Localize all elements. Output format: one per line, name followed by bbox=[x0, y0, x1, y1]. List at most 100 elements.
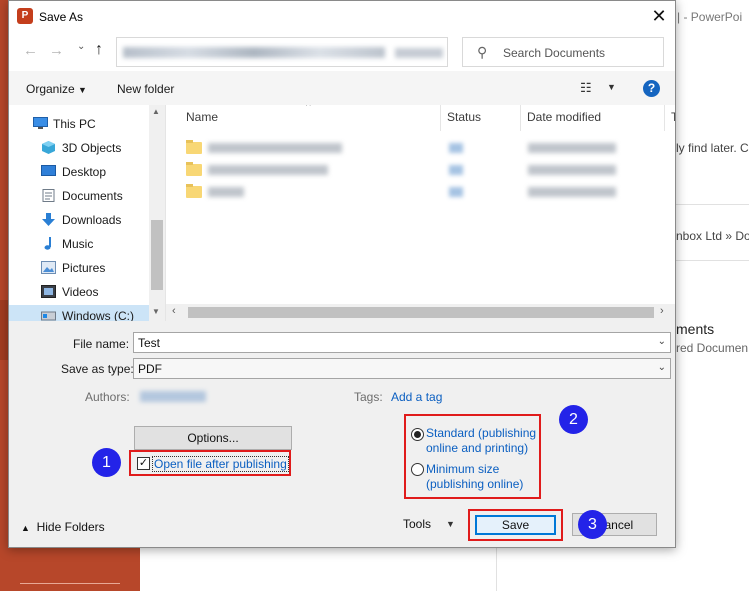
backstage-path-text: nbox Ltd » Do bbox=[676, 229, 749, 243]
sidebar-item-desktop[interactable]: Desktop bbox=[9, 161, 149, 183]
close-button[interactable]: ✕ bbox=[643, 1, 675, 33]
file-name-redacted bbox=[208, 143, 342, 153]
date-redacted bbox=[528, 165, 616, 175]
powerpoint-title: | - PowerPoi bbox=[677, 10, 743, 24]
column-separator[interactable] bbox=[520, 105, 521, 131]
backstage-separator bbox=[676, 260, 749, 261]
search-box[interactable]: ⚲ Search Documents bbox=[462, 37, 664, 67]
dialog-title: Save As bbox=[39, 10, 84, 24]
list-item[interactable] bbox=[166, 137, 675, 159]
address-controls-redacted bbox=[395, 48, 443, 58]
column-separator[interactable] bbox=[664, 105, 665, 131]
add-tag-link[interactable]: Add a tag bbox=[391, 390, 442, 404]
navigation-bar: ← → ⌄ ↑ ⚲ Search Documents bbox=[9, 33, 675, 71]
sidebar-item-this-pc[interactable]: This PC bbox=[9, 113, 149, 135]
file-list: ^ Name Status Date modified T ‹ bbox=[165, 105, 675, 321]
scrollbar-thumb[interactable] bbox=[151, 220, 163, 290]
backstage-text: ly find later. C bbox=[676, 141, 749, 155]
sidebar-item-downloads[interactable]: Downloads bbox=[9, 209, 149, 231]
sync-status-icon bbox=[449, 165, 463, 175]
authors-label: Authors: bbox=[85, 390, 130, 404]
save-as-type-select[interactable]: PDF ⌄ bbox=[133, 358, 671, 379]
scrollbar-thumb[interactable] bbox=[188, 307, 654, 318]
back-arrow-icon[interactable]: ← bbox=[23, 42, 38, 59]
sidebar-item-music[interactable]: Music bbox=[9, 233, 149, 255]
sidebar-item-label: Desktop bbox=[62, 165, 107, 179]
open-after-publishing-label[interactable]: Open file after publishing bbox=[152, 456, 289, 472]
save-as-type-value: PDF bbox=[138, 362, 162, 376]
sync-status-icon bbox=[449, 187, 463, 197]
sidebar-item-3d-objects[interactable]: 3D Objects bbox=[9, 137, 149, 159]
new-folder-button[interactable]: New folder bbox=[117, 82, 174, 96]
column-header-name[interactable]: Name bbox=[186, 110, 218, 124]
folder-icon bbox=[186, 140, 202, 154]
minimum-size-radio-label[interactable]: Minimum size (publishing online) bbox=[426, 462, 541, 492]
sidebar-item-documents[interactable]: Documents bbox=[9, 185, 149, 207]
save-button-highlight: Save bbox=[468, 509, 563, 541]
file-name-field[interactable]: Test ⌄ bbox=[133, 332, 671, 353]
chevron-down-icon[interactable]: ⌄ bbox=[658, 336, 666, 347]
download-icon bbox=[42, 213, 55, 226]
sidebar-item-label: This PC bbox=[53, 117, 96, 131]
sort-ascending-icon: ^ bbox=[306, 105, 311, 112]
backstage-divider bbox=[20, 583, 120, 584]
sidebar-item-label: Pictures bbox=[62, 261, 106, 275]
list-item[interactable] bbox=[166, 159, 675, 181]
sidebar-scrollbar[interactable]: ▲ ▼ bbox=[149, 105, 165, 321]
options-button[interactable]: Options... bbox=[134, 426, 292, 450]
file-name-label: File name: bbox=[73, 337, 130, 351]
cube-icon bbox=[42, 141, 55, 154]
authors-value-redacted[interactable] bbox=[140, 391, 206, 402]
chevron-down-icon[interactable]: ▼ bbox=[446, 519, 455, 529]
forward-arrow-icon[interactable]: → bbox=[49, 42, 64, 59]
standard-radio-label[interactable]: Standard (publishing online and printing… bbox=[426, 426, 541, 456]
backstage-documents-heading[interactable]: ments bbox=[676, 321, 714, 337]
sidebar-item-windows-c[interactable]: Windows (C:) bbox=[9, 305, 149, 321]
date-redacted bbox=[528, 143, 616, 153]
up-arrow-icon[interactable]: ↑ bbox=[95, 41, 103, 59]
sidebar-item-videos[interactable]: Videos bbox=[9, 281, 149, 303]
view-options-icon[interactable]: ☷ bbox=[580, 80, 592, 96]
standard-radio[interactable] bbox=[411, 428, 424, 441]
save-button[interactable]: Save bbox=[475, 515, 556, 535]
tools-button[interactable]: Tools bbox=[403, 517, 431, 531]
scroll-left-icon[interactable]: ‹ bbox=[172, 305, 176, 317]
sidebar-item-label: Music bbox=[62, 237, 94, 251]
file-name-redacted bbox=[208, 187, 244, 197]
chevron-down-icon[interactable]: ⌄ bbox=[658, 362, 666, 373]
column-header-status[interactable]: Status bbox=[447, 110, 481, 124]
address-bar[interactable] bbox=[116, 37, 448, 67]
address-path-redacted bbox=[123, 47, 385, 58]
sync-status-icon bbox=[449, 143, 463, 153]
search-input[interactable]: Search Documents bbox=[503, 46, 605, 60]
recent-locations-dropdown-icon[interactable]: ⌄ bbox=[77, 41, 85, 52]
command-bar: Organize ▼ New folder ☷ ▼ ? bbox=[9, 71, 675, 105]
sidebar-item-pictures[interactable]: Pictures bbox=[9, 257, 149, 279]
file-name-value: Test bbox=[138, 336, 161, 350]
sidebar-item-label: Downloads bbox=[62, 213, 122, 227]
chevron-down-icon[interactable]: ▼ bbox=[607, 82, 616, 92]
open-after-publishing-highlight: ✓ Open file after publishing bbox=[129, 450, 291, 476]
scroll-right-icon[interactable]: › bbox=[660, 305, 664, 317]
optimize-options-highlight: Standard (publishing online and printing… bbox=[404, 414, 541, 499]
music-icon bbox=[44, 237, 51, 250]
file-list-scrollbar[interactable]: ‹ › bbox=[166, 304, 675, 321]
hide-folders-button[interactable]: ▲ Hide Folders bbox=[21, 520, 105, 534]
date-redacted bbox=[528, 187, 616, 197]
column-separator[interactable] bbox=[440, 105, 441, 131]
scroll-down-icon[interactable]: ▼ bbox=[152, 307, 160, 316]
help-button[interactable]: ? bbox=[643, 80, 660, 97]
documents-icon bbox=[42, 189, 55, 202]
open-after-publishing-checkbox[interactable]: ✓ bbox=[137, 457, 150, 470]
dialog-titlebar[interactable]: P Save As ✕ bbox=[9, 1, 675, 33]
column-header-type[interactable]: T bbox=[671, 110, 675, 124]
scroll-up-icon[interactable]: ▲ bbox=[152, 107, 160, 116]
minimum-size-radio[interactable] bbox=[411, 463, 424, 476]
backstage-vertical-divider bbox=[496, 548, 497, 591]
desktop-icon bbox=[41, 165, 56, 176]
column-header-date-modified[interactable]: Date modified bbox=[527, 110, 601, 124]
list-item[interactable] bbox=[166, 181, 675, 203]
sidebar-item-label: Documents bbox=[62, 189, 123, 203]
organize-button[interactable]: Organize ▼ bbox=[26, 82, 87, 96]
backstage-shared-documents[interactable]: red Documen bbox=[676, 341, 748, 355]
